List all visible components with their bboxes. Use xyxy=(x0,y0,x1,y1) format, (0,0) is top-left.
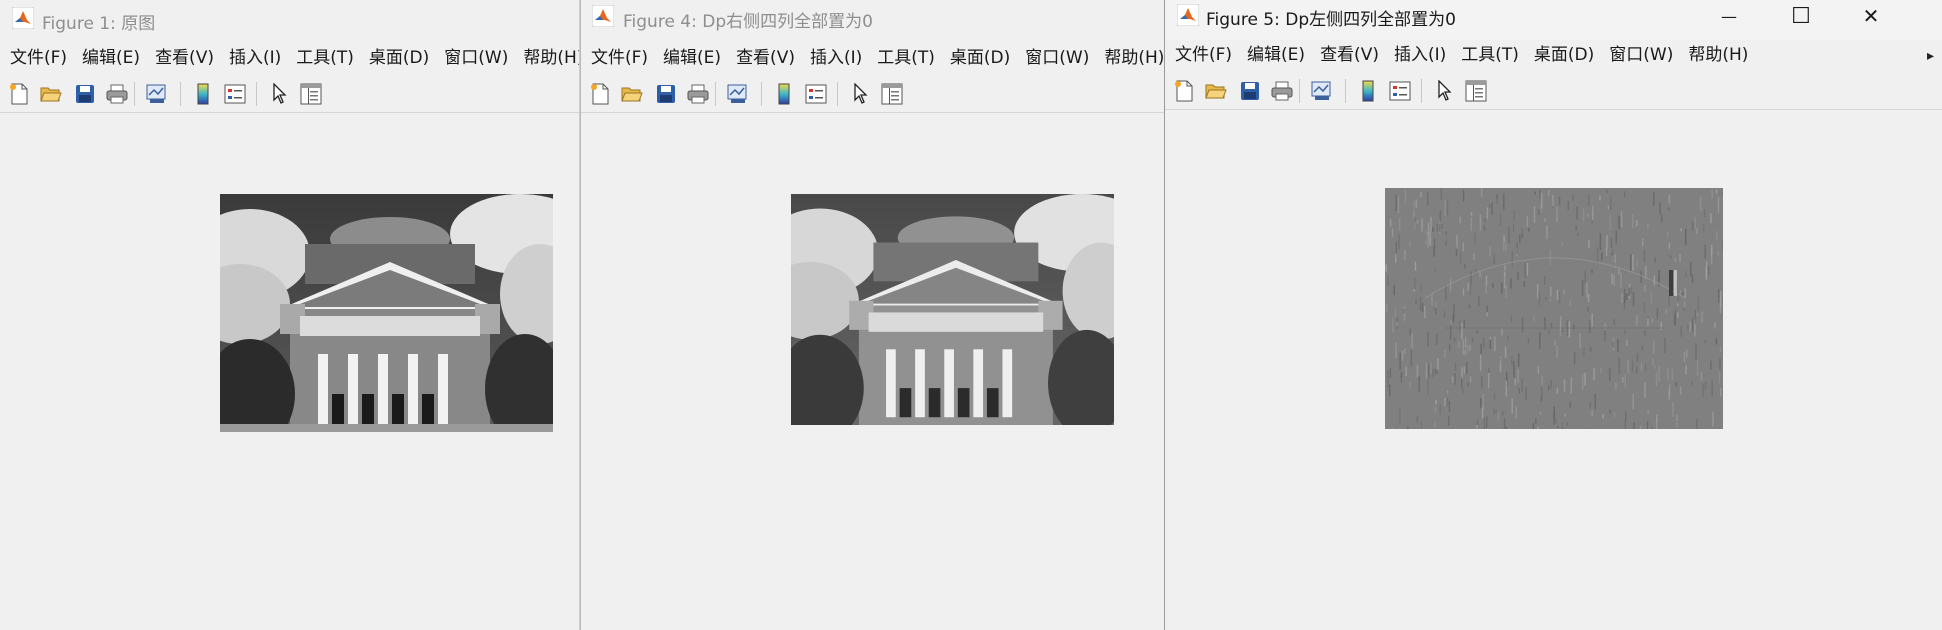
figure-window-4[interactable]: Figure 4: Dp右侧四列全部置为0 文件(F) 编辑(E) 查看(V) 插入(… xyxy=(580,0,1165,630)
menu-insert[interactable]: 插入(I) xyxy=(229,44,281,72)
toolbar-separator xyxy=(761,82,762,106)
menu-window[interactable]: 窗口(W) xyxy=(1025,44,1089,72)
menu-file[interactable]: 文件(F) xyxy=(1175,41,1232,69)
save-icon[interactable] xyxy=(72,81,98,107)
save-icon[interactable] xyxy=(1237,78,1263,104)
menu-tools[interactable]: 工具(T) xyxy=(1461,41,1519,69)
menu-desktop[interactable]: 桌面(D) xyxy=(950,44,1010,72)
pointer-icon[interactable] xyxy=(847,81,873,107)
print-icon[interactable] xyxy=(1269,78,1295,104)
menu-desktop[interactable]: 桌面(D) xyxy=(369,44,429,72)
link-plot-icon[interactable] xyxy=(725,81,751,107)
matlab-icon xyxy=(592,5,614,27)
toolbar xyxy=(0,76,579,113)
menu-tools[interactable]: 工具(T) xyxy=(296,44,354,72)
menu-bar: 文件(F) 编辑(E) 查看(V) 插入(I) 工具(T) 桌面(D) 窗口(W) 帮助(H) xyxy=(1165,41,1942,69)
matlab-icon xyxy=(12,7,34,29)
toolbar-separator xyxy=(1421,79,1422,103)
colorbar-icon[interactable] xyxy=(771,81,797,107)
close-button[interactable]: ✕ xyxy=(1851,2,1891,30)
minimize-icon: — xyxy=(1721,6,1737,26)
menu-view[interactable]: 查看(V) xyxy=(155,44,214,72)
original-image xyxy=(220,194,553,432)
menu-edit[interactable]: 编辑(E) xyxy=(1247,41,1305,69)
title-bar[interactable]: Figure 5: Dp左侧四列全部置为0 — ☐ ✕ xyxy=(1165,0,1942,40)
new-figure-icon[interactable] xyxy=(6,81,32,107)
figure-window-1[interactable]: Figure 1: 原图 文件(F) 编辑(E) 查看(V) 插入(I) 工具(T) 桌面… xyxy=(0,0,580,630)
close-icon: ✕ xyxy=(1862,4,1880,28)
menu-insert[interactable]: 插入(I) xyxy=(810,44,862,72)
legend-icon[interactable] xyxy=(803,81,829,107)
property-inspector-icon[interactable] xyxy=(298,81,324,107)
toolbar xyxy=(1165,73,1942,110)
toolbar-separator xyxy=(256,82,257,106)
toolbar-separator xyxy=(134,82,135,106)
matlab-icon xyxy=(1177,4,1199,26)
toolbar-separator xyxy=(1345,79,1346,103)
menu-help[interactable]: 帮助(H) xyxy=(523,44,579,72)
figure-canvas xyxy=(1165,110,1942,630)
property-inspector-icon[interactable] xyxy=(1463,78,1489,104)
title-bar[interactable]: Figure 1: 原图 xyxy=(0,0,579,40)
pointer-icon[interactable] xyxy=(266,81,292,107)
minimize-button[interactable]: — xyxy=(1709,2,1749,30)
toolbar xyxy=(581,76,1164,113)
title-bar[interactable]: Figure 4: Dp右侧四列全部置为0 xyxy=(581,0,1164,40)
menu-help[interactable]: 帮助(H) xyxy=(1104,44,1164,72)
toolbar-separator xyxy=(837,82,838,106)
print-icon[interactable] xyxy=(685,81,711,107)
difference-image xyxy=(1385,188,1723,429)
property-inspector-icon[interactable] xyxy=(879,81,905,107)
menu-bar: 文件(F) 编辑(E) 查看(V) 插入(I) 工具(T) 桌面(D) 窗口(W) 帮助(H) xyxy=(0,44,579,72)
legend-icon[interactable] xyxy=(222,81,248,107)
menu-tools[interactable]: 工具(T) xyxy=(877,44,935,72)
menu-edit[interactable]: 编辑(E) xyxy=(82,44,140,72)
menu-view[interactable]: 查看(V) xyxy=(1320,41,1379,69)
pointer-icon[interactable] xyxy=(1431,78,1457,104)
reconstructed-image xyxy=(791,194,1114,425)
new-figure-icon[interactable] xyxy=(1171,78,1197,104)
maximize-button[interactable]: ☐ xyxy=(1781,2,1821,30)
open-file-icon[interactable] xyxy=(619,81,645,107)
menu-file[interactable]: 文件(F) xyxy=(591,44,648,72)
toolbar-overflow-icon[interactable]: ▸ xyxy=(1927,48,1934,64)
link-plot-icon[interactable] xyxy=(144,81,170,107)
menu-window[interactable]: 窗口(W) xyxy=(1609,41,1673,69)
menu-help[interactable]: 帮助(H) xyxy=(1688,41,1748,69)
figure-window-5[interactable]: Figure 5: Dp左侧四列全部置为0 — ☐ ✕ 文件(F) 编辑(E) 查看… xyxy=(1164,0,1942,630)
menu-desktop[interactable]: 桌面(D) xyxy=(1534,41,1594,69)
open-file-icon[interactable] xyxy=(38,81,64,107)
menu-bar: 文件(F) 编辑(E) 查看(V) 插入(I) 工具(T) 桌面(D) 窗口(W) 帮助(H) xyxy=(581,44,1164,72)
colorbar-icon[interactable] xyxy=(1355,78,1381,104)
toolbar-separator xyxy=(1299,79,1300,103)
menu-view[interactable]: 查看(V) xyxy=(736,44,795,72)
toolbar-separator xyxy=(180,82,181,106)
print-icon[interactable] xyxy=(104,81,130,107)
menu-edit[interactable]: 编辑(E) xyxy=(663,44,721,72)
menu-insert[interactable]: 插入(I) xyxy=(1394,41,1446,69)
window-title: Figure 1: 原图 xyxy=(42,14,156,34)
new-figure-icon[interactable] xyxy=(587,81,613,107)
menu-window[interactable]: 窗口(W) xyxy=(444,44,508,72)
maximize-icon: ☐ xyxy=(1791,3,1811,29)
colorbar-icon[interactable] xyxy=(190,81,216,107)
figure-canvas xyxy=(0,113,579,630)
open-file-icon[interactable] xyxy=(1203,78,1229,104)
link-plot-icon[interactable] xyxy=(1309,78,1335,104)
window-title: Figure 5: Dp左侧四列全部置为0 xyxy=(1206,10,1456,30)
menu-file[interactable]: 文件(F) xyxy=(10,44,67,72)
legend-icon[interactable] xyxy=(1387,78,1413,104)
figure-canvas xyxy=(581,113,1164,630)
window-title: Figure 4: Dp右侧四列全部置为0 xyxy=(623,12,873,32)
toolbar-separator xyxy=(715,82,716,106)
save-icon[interactable] xyxy=(653,81,679,107)
